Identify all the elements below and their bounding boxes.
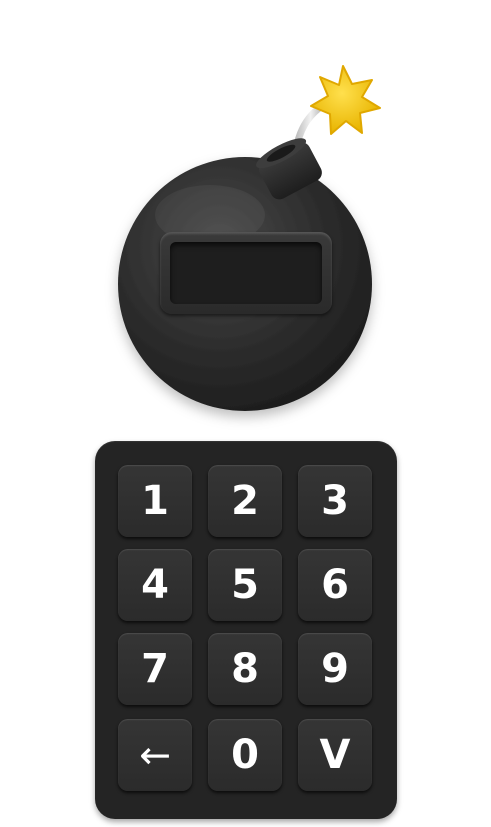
submit-button[interactable]: V bbox=[298, 719, 372, 791]
bomb-code-display bbox=[160, 232, 332, 314]
key-3[interactable]: 3 bbox=[298, 465, 372, 537]
key-7-label: 7 bbox=[141, 646, 169, 692]
key-4-label: 4 bbox=[141, 562, 169, 608]
key-8[interactable]: 8 bbox=[208, 633, 282, 705]
fuse-spark-icon bbox=[310, 65, 381, 135]
bomb-defuse-game: 1 2 3 4 5 6 7 8 9 ← 0 V bbox=[0, 0, 491, 827]
key-5[interactable]: 5 bbox=[208, 549, 282, 621]
key-1[interactable]: 1 bbox=[118, 465, 192, 537]
submit-label: V bbox=[319, 732, 351, 778]
keypad: 1 2 3 4 5 6 7 8 9 ← 0 V bbox=[95, 441, 397, 819]
key-3-label: 3 bbox=[321, 478, 349, 524]
key-2-label: 2 bbox=[231, 478, 259, 524]
key-7[interactable]: 7 bbox=[118, 633, 192, 705]
backspace-button[interactable]: ← bbox=[118, 719, 192, 791]
key-1-label: 1 bbox=[141, 478, 169, 524]
key-6[interactable]: 6 bbox=[298, 549, 372, 621]
key-8-label: 8 bbox=[231, 646, 259, 692]
key-2[interactable]: 2 bbox=[208, 465, 282, 537]
bomb-illustration bbox=[118, 65, 381, 411]
key-9-label: 9 bbox=[321, 646, 349, 692]
key-0[interactable]: 0 bbox=[208, 719, 282, 791]
key-9[interactable]: 9 bbox=[298, 633, 372, 705]
key-4[interactable]: 4 bbox=[118, 549, 192, 621]
key-6-label: 6 bbox=[321, 562, 349, 608]
key-5-label: 5 bbox=[231, 562, 259, 608]
left-arrow-icon: ← bbox=[139, 733, 171, 777]
key-0-label: 0 bbox=[231, 732, 259, 778]
code-display-screen bbox=[170, 242, 322, 304]
